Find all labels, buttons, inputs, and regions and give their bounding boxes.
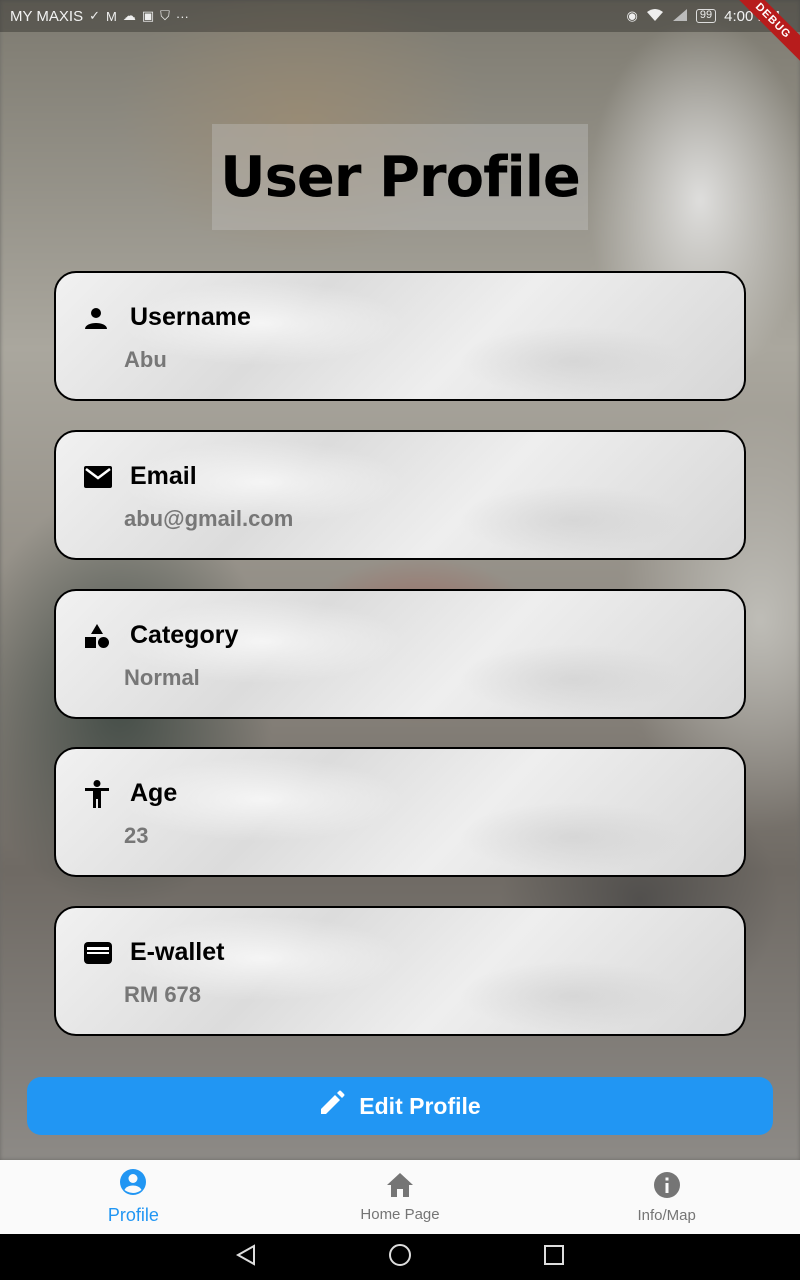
title-box: User Profile	[212, 124, 588, 230]
category-value: Normal	[124, 665, 200, 690]
system-navigation-bar	[0, 1234, 800, 1280]
recent-apps-icon[interactable]	[543, 1244, 565, 1271]
home-icon	[386, 1172, 414, 1202]
gmail-notification-icon: M	[105, 8, 117, 24]
email-label: Email	[130, 462, 197, 490]
shopping-bag-notification-icon: ▣	[141, 8, 155, 23]
back-icon[interactable]	[235, 1243, 257, 1271]
nav-item-home-page[interactable]: Home Page	[267, 1160, 534, 1234]
battery-indicator: 99	[695, 9, 717, 23]
info-icon	[653, 1171, 681, 1203]
username-card: Username Abu	[54, 271, 746, 401]
username-value: Abu	[124, 347, 167, 372]
nav-label-home-page: Home Page	[360, 1205, 440, 1223]
shield-notification-icon: ⛉	[160, 8, 170, 23]
category-icon	[84, 622, 116, 650]
edit-profile-label: Edit Profile	[359, 1092, 481, 1119]
more-notifications-icon: ···	[175, 8, 189, 24]
age-label: Age	[130, 779, 178, 807]
wifi-icon	[646, 8, 664, 25]
age-value: 23	[124, 823, 149, 848]
check-notification-icon: ✓	[89, 8, 100, 23]
cloud-notification-icon: ☁	[122, 8, 136, 23]
age-card: Age 23	[54, 747, 746, 877]
ewallet-value: RM 678	[124, 982, 202, 1007]
eye-comfort-icon: ◉	[626, 8, 638, 23]
ewallet-label: E-wallet	[130, 938, 225, 966]
edit-profile-button[interactable]: Edit Profile	[27, 1077, 773, 1135]
bottom-navigation-bar: Profile Home Page Info/Map	[0, 1160, 800, 1234]
account-circle-icon	[119, 1168, 147, 1201]
signal-icon	[672, 8, 688, 25]
nav-label-info-map: Info/Map	[637, 1206, 696, 1224]
page-title: User Profile	[220, 144, 581, 210]
nav-item-info-map[interactable]: Info/Map	[533, 1160, 800, 1234]
status-bar: MY MAXIS ✓ M ☁ ▣ ⛉ ··· ◉ 99 4:00 PM	[0, 0, 800, 32]
person-icon	[84, 304, 116, 332]
ewallet-card: E-wallet RM 678	[54, 906, 746, 1036]
email-value: abu@gmail.com	[124, 506, 294, 531]
email-card: Email abu@gmail.com	[54, 430, 746, 560]
accessibility-icon	[84, 779, 116, 808]
wallet-icon	[84, 939, 116, 967]
pencil-icon	[319, 1090, 345, 1122]
nav-label-profile: Profile	[107, 1205, 159, 1225]
email-icon	[84, 463, 116, 491]
category-label: Category	[130, 621, 239, 649]
nav-item-profile[interactable]: Profile	[0, 1160, 267, 1234]
username-label: Username	[130, 303, 251, 331]
home-circle-icon[interactable]	[388, 1243, 412, 1272]
category-card: Category Normal	[54, 589, 746, 719]
carrier-label: MY MAXIS	[10, 7, 84, 25]
